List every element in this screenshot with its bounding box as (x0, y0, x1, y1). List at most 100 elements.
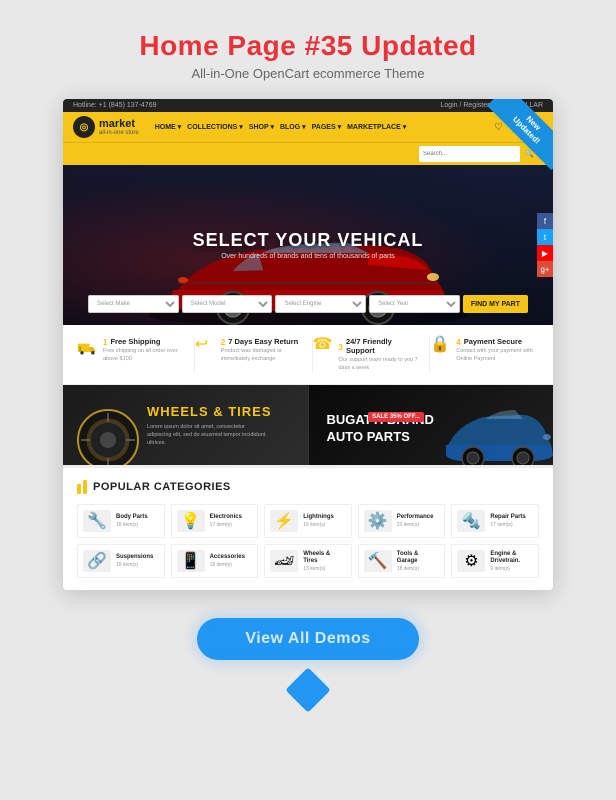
promo-wheels[interactable]: WHEELS & TIRES Lorem ipsum dolor sit ame… (63, 385, 308, 465)
promo-bugatti[interactable]: SALE 35% OFF... BUGATTI BRANDAUTO PARTS (308, 385, 554, 465)
cat-repair-parts[interactable]: 🔩 Repair Parts 17 item(s) (451, 504, 539, 538)
nav-items: HOME ▾ COLLECTIONS ▾ SHOP ▾ BLOG ▾ PAGES… (155, 123, 486, 131)
lightnings-img: ⚡ (270, 510, 298, 532)
title-decoration (77, 480, 87, 494)
hero-title: SELECT YOUR VEHICAL (193, 230, 424, 251)
electronics-img: 💡 (177, 510, 205, 532)
feature-shipping: 1 1 Free Shipping Free shipping on all o… (77, 337, 195, 372)
nav-pages[interactable]: PAGES ▾ (312, 123, 341, 131)
engine-select[interactable]: Select Engine (275, 295, 366, 313)
cat-accessories[interactable]: 📱 Accessories 18 item(s) (171, 544, 259, 578)
repair-parts-info: Repair Parts 17 item(s) (490, 514, 525, 528)
ribbon: NewUpdated! (473, 99, 553, 179)
title-pre: Home Page (139, 30, 304, 61)
mockup-frame: NewUpdated! Hotline: +1 (845) 137-4769 L… (63, 99, 553, 590)
bugatti-promo-text: SALE 35% OFF... BUGATTI BRANDAUTO PARTS (323, 404, 434, 446)
cat-suspensions[interactable]: 🔗 Suspensions 15 item(s) (77, 544, 165, 578)
cat-engine[interactable]: ⚙ Engine & Drivetrain. 9 item(s) (451, 544, 539, 578)
logo-icon: ◎ (73, 116, 95, 138)
ribbon-label: NewUpdated! (487, 99, 553, 170)
page-header: Home Page #35 Updated All-in-One OpenCar… (139, 30, 476, 81)
make-select[interactable]: Select Make (88, 295, 179, 313)
feature-desc-2: Our support team ready to you 7 days a w… (339, 357, 422, 372)
wheels-desc: Lorem ipsum dolor sit amet, consectetur … (147, 423, 267, 448)
performance-info: Performance 20 item(s) (397, 514, 434, 528)
find-part-button[interactable]: FIND MY PART (463, 295, 528, 313)
hero-section: SELECT YOUR VEHICAL Over hundreds of bra… (63, 165, 553, 325)
model-select[interactable]: Select Model (182, 295, 273, 313)
nav-shop[interactable]: SHOP ▾ (249, 123, 274, 131)
features-row: 1 1 Free Shipping Free shipping on all o… (63, 325, 553, 385)
accessories-info: Accessories 18 item(s) (210, 554, 245, 568)
support-icon: ☎ (313, 337, 333, 353)
wheels-tires-img: 🏎 (270, 550, 298, 572)
hotline-text: Hotline: +1 (845) 137-4769 (73, 102, 156, 109)
return-icon: ↩ (195, 337, 215, 353)
social-icons: f t ▶ g+ (537, 213, 553, 277)
twitter-icon[interactable]: t (537, 229, 553, 245)
nav-collections[interactable]: COLLECTIONS ▾ (187, 123, 243, 131)
feature-desc-3: Contact with your payment with Online Pa… (456, 348, 539, 363)
hero-subtitle: Over hundreds of brands and tens of thou… (193, 253, 424, 260)
cat-body-parts[interactable]: 🔧 Body Parts 16 item(s) (77, 504, 165, 538)
promo-banners: WHEELS & TIRES Lorem ipsum dolor sit ame… (63, 385, 553, 465)
feature-title-2: 24/7 Friendly Support (346, 337, 421, 355)
diamond-decoration (285, 668, 330, 713)
cat-wheels-tires[interactable]: 🏎 Wheels & Tires 13 item(s) (264, 544, 352, 578)
electronics-info: Electronics 17 item(s) (210, 514, 242, 528)
categories-grid: 🔧 Body Parts 16 item(s) 💡 Electronics 17… (77, 504, 539, 578)
performance-img: ⚙️ (364, 510, 392, 532)
lightnings-info: Lightnings 16 item(s) (303, 514, 334, 528)
svg-text:1: 1 (79, 346, 82, 352)
cat-tools-garage[interactable]: 🔨 Tools & Garage 18 item(s) (358, 544, 446, 578)
title-num: #35 (305, 30, 353, 61)
payment-text: 4 Payment Secure Contact with your payme… (456, 337, 539, 363)
shipping-text: 1 Free Shipping Free shipping on all ord… (103, 337, 186, 363)
bugatti-car-decoration (443, 395, 553, 465)
engine-info: Engine & Drivetrain. 9 item(s) (490, 551, 533, 572)
sale-badge: SALE 35% OFF... (368, 412, 424, 422)
cat-electronics[interactable]: 💡 Electronics 17 item(s) (171, 504, 259, 538)
accessories-img: 📱 (177, 550, 205, 572)
cat-lightnings[interactable]: ⚡ Lightnings 16 item(s) (264, 504, 352, 538)
feature-title-3: Payment Secure (464, 337, 522, 346)
youtube-icon[interactable]: ▶ (537, 245, 553, 261)
return-text: 2 7 Days Easy Return Product was damaged… (221, 337, 304, 363)
view-all-demos-button[interactable]: View All Demos (197, 618, 418, 660)
facebook-icon[interactable]: f (537, 213, 553, 229)
shipping-icon: 1 (77, 337, 97, 360)
wheels-tires-info: Wheels & Tires 13 item(s) (303, 551, 346, 572)
logo-text: market all-in-one store (99, 118, 139, 137)
logo[interactable]: ◎ market all-in-one store (73, 116, 139, 138)
tire-decoration (63, 385, 153, 465)
feature-support: ☎ 3 24/7 Friendly Support Our support te… (313, 337, 431, 372)
engine-img: ⚙ (457, 550, 485, 572)
cat-performance[interactable]: ⚙️ Performance 20 item(s) (358, 504, 446, 538)
nav-marketplace[interactable]: MARKETPLACE ▾ (347, 123, 406, 131)
title-post: Updated (353, 30, 477, 61)
vehicle-form: Select Make Select Model Select Engine S… (88, 295, 528, 313)
year-select[interactable]: Select Year (369, 295, 460, 313)
bottom-section: View All Demos (197, 618, 418, 706)
nav-home[interactable]: HOME ▾ (155, 123, 181, 131)
feature-desc-1: Product was damaged or immediately excha… (221, 348, 304, 363)
support-text: 3 24/7 Friendly Support Our support team… (339, 337, 422, 372)
categories-section: POPULAR CATEGORIES 🔧 Body Parts 16 item(… (63, 465, 553, 590)
feature-payment: 🔒 4 Payment Secure Contact with your pay… (430, 337, 539, 372)
suspensions-img: 🔗 (83, 550, 111, 572)
section-title: POPULAR CATEGORIES (77, 480, 539, 494)
tools-garage-img: 🔨 (364, 550, 392, 572)
payment-icon: 🔒 (430, 337, 450, 353)
feature-return: ↩ 2 7 Days Easy Return Product was damag… (195, 337, 313, 372)
wheels-promo-text: WHEELS & TIRES Lorem ipsum dolor sit ame… (147, 404, 272, 448)
repair-parts-img: 🔩 (457, 510, 485, 532)
categories-title: POPULAR CATEGORIES (93, 481, 231, 493)
tools-garage-info: Tools & Garage 18 item(s) (397, 551, 440, 572)
nav-blog[interactable]: BLOG ▾ (280, 123, 306, 131)
googleplus-icon[interactable]: g+ (537, 261, 553, 277)
suspensions-info: Suspensions 15 item(s) (116, 554, 153, 568)
bar-2 (83, 480, 87, 494)
feature-title-0: Free Shipping (110, 337, 160, 346)
subtitle: All-in-One OpenCart ecommerce Theme (139, 66, 476, 81)
body-parts-img: 🔧 (83, 510, 111, 532)
